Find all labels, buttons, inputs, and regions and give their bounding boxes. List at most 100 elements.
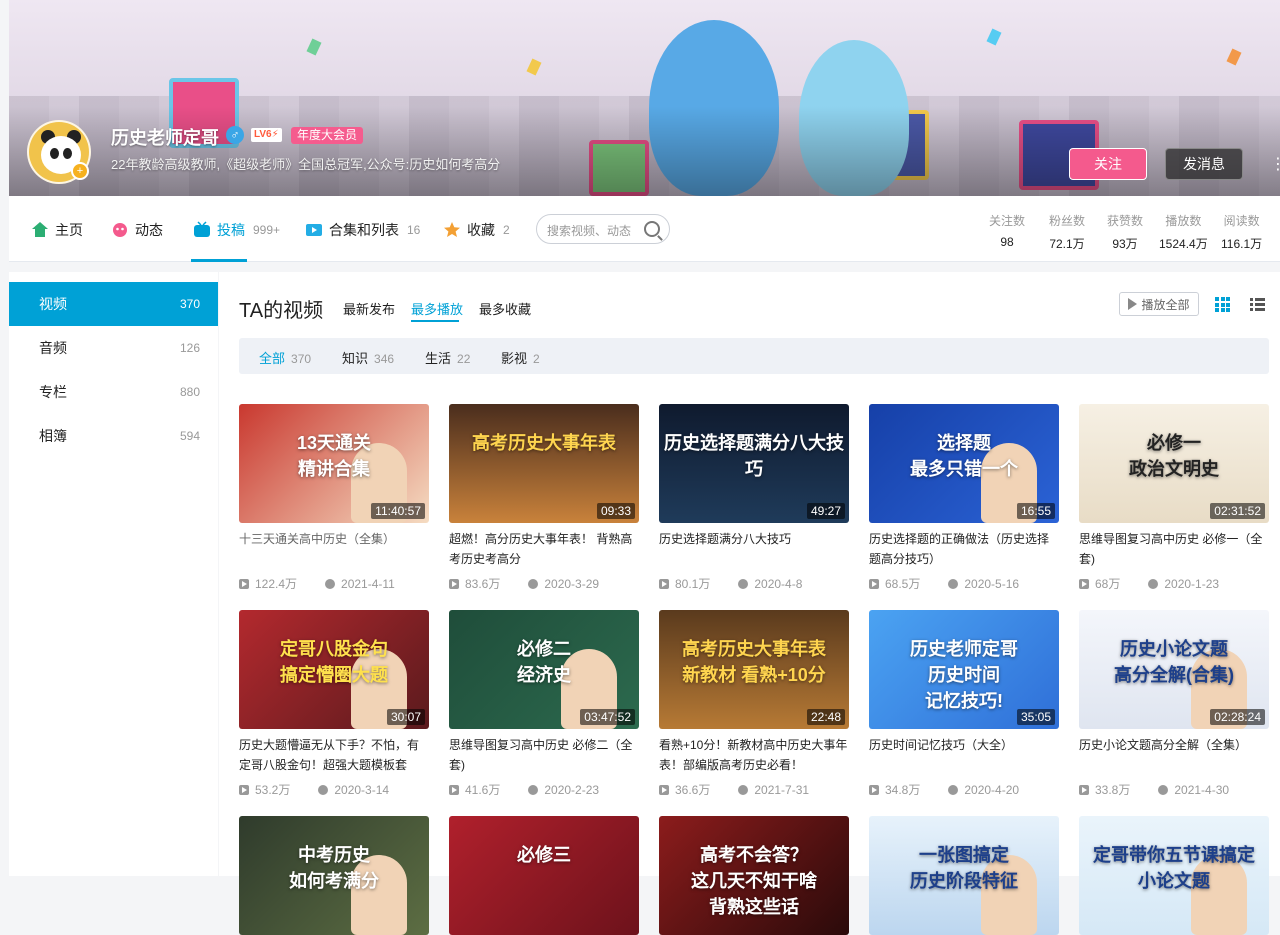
video-meta: 53.2万 2020-3-14 — [239, 781, 429, 798]
panda-eye — [50, 148, 59, 159]
active-tab-indicator — [191, 259, 247, 262]
video-thumbnail[interactable]: 历史小论文题 高分全解(合集) 02:28:24 — [1079, 610, 1269, 729]
play-count-icon — [1079, 578, 1089, 589]
video-thumbnail[interactable]: 选择题 最多只错一个 16:55 — [869, 404, 1059, 523]
vip-badge[interactable]: 年度大会员 — [291, 127, 364, 144]
video-card[interactable]: 高考历史大事年表 09:33 超燃！高分历史大事年表！ 背熟高考历史考高分 83.6万… — [449, 404, 639, 592]
tab-label: 主页 — [55, 222, 83, 238]
filter-life[interactable]: 生活 22 — [425, 348, 470, 367]
filter-count: 370 — [291, 352, 312, 366]
play-count: 68万 — [1095, 577, 1121, 591]
thumbnail-text: 历史老师定哥 历史时间 记忆技巧! — [910, 639, 1018, 711]
sort-most-favorited[interactable]: 最多收藏 — [479, 299, 531, 318]
play-count-icon — [869, 784, 879, 795]
video-thumbnail[interactable]: 定哥八股金句 搞定懵圈大题 30:07 — [239, 610, 429, 729]
list-view-icon[interactable] — [1250, 297, 1265, 312]
video-title[interactable]: 十三天通关高中历史（全集） — [239, 529, 429, 569]
video-thumbnail[interactable]: 历史选择题满分八大技巧 49:27 — [659, 404, 849, 523]
play-all-label: 播放全部 — [1141, 297, 1190, 312]
video-meta: 36.6万 2021-7-31 — [659, 781, 849, 798]
sidebar-item-articles[interactable]: 专栏 880 — [9, 370, 218, 414]
video-card[interactable]: 历史老师定哥 历史时间 记忆技巧! 35:05 历史时间记忆技巧（大全） 34.8万 2… — [869, 610, 1059, 798]
grid-view-icon[interactable] — [1215, 297, 1230, 312]
sidebar-item-video[interactable]: 视频 370 — [9, 282, 218, 326]
clock-icon — [325, 578, 336, 589]
video-card[interactable]: 必修二 经济史 03:47:52 思维导图复习高中历史 必修二（全套) 41.6万 20… — [449, 610, 639, 798]
follow-button[interactable]: 关注 — [1069, 148, 1147, 180]
video-card[interactable]: 历史小论文题 高分全解(合集) 02:28:24 历史小论文题高分全解（全集） 33.… — [1079, 610, 1269, 798]
play-all-button[interactable]: 播放全部 — [1119, 292, 1199, 316]
confetti — [526, 58, 542, 76]
video-title[interactable]: 思维导图复习高中历史 必修一（全套) — [1079, 529, 1269, 569]
video-duration: 11:40:57 — [371, 503, 425, 519]
video-thumbnail[interactable]: 高考历史大事年表 新教材 看熟+10分 22:48 — [659, 610, 849, 729]
video-title[interactable]: 历史大题懵逼无从下手？不怕，有定哥八股金句！超强大题模板套 — [239, 735, 429, 775]
tab-home[interactable]: 主页 — [31, 220, 83, 240]
dynamic-icon — [113, 223, 127, 237]
username: 历史老师定哥 — [111, 128, 219, 148]
tab-count: 16 — [407, 223, 421, 237]
tab-collections[interactable]: 合集和列表 16 — [305, 220, 420, 240]
stat-value: 98 — [1000, 235, 1014, 249]
stat-label: 粉丝数 — [1049, 214, 1086, 228]
thumbnail-text: 必修一 政治文明史 — [1129, 433, 1219, 479]
video-title[interactable]: 历史小论文题高分全解（全集） — [1079, 735, 1269, 775]
clock-icon — [738, 784, 749, 795]
playlist-icon — [306, 224, 322, 236]
video-thumbnail[interactable]: 必修一 政治文明史 02:31:52 — [1079, 404, 1269, 523]
stat-following[interactable]: 关注数 98 — [989, 212, 1025, 249]
video-meta: 68万 2020-1-23 — [1079, 575, 1269, 592]
stat-fans[interactable]: 粉丝数 72.1万 — [1049, 212, 1085, 252]
video-title[interactable]: 历史时间记忆技巧（大全） — [869, 735, 1059, 775]
video-duration: 09:33 — [596, 503, 635, 519]
clock-icon — [528, 784, 539, 795]
video-duration: 49:27 — [806, 503, 845, 519]
stat-label: 关注数 — [989, 214, 1026, 228]
upload-date: 2021-4-11 — [341, 576, 395, 591]
video-title[interactable]: 历史选择题满分八大技巧 — [659, 529, 849, 569]
message-button[interactable]: 发消息 — [1165, 148, 1243, 180]
video-thumbnail[interactable]: 13天通关 精讲合集 11:40:57 — [239, 404, 429, 523]
video-card[interactable]: 13天通关 精讲合集 11:40:57 十三天通关高中历史（全集） 122.4万 202… — [239, 404, 429, 592]
sidebar-item-albums[interactable]: 相簿 594 — [9, 414, 218, 458]
video-thumbnail[interactable]: 历史老师定哥 历史时间 记忆技巧! 35:05 — [869, 610, 1059, 729]
more-icon[interactable]: ⋮ — [1270, 154, 1280, 176]
video-card[interactable]: 必修一 政治文明史 02:31:52 思维导图复习高中历史 必修一（全套) 68万 20… — [1079, 404, 1269, 592]
filter-knowledge[interactable]: 知识 346 — [342, 348, 394, 367]
video-card[interactable]: 高考历史大事年表 新教材 看熟+10分 22:48 看熟+10分！新教材高中历史大事… — [659, 610, 849, 798]
filter-film[interactable]: 影视 2 — [501, 348, 540, 367]
play-count-icon — [239, 784, 249, 795]
video-thumbnail[interactable]: 高考历史大事年表 09:33 — [449, 404, 639, 523]
video-title[interactable]: 思维导图复习高中历史 必修二（全套) — [449, 735, 639, 775]
upload-date: 2021-7-31 — [754, 782, 810, 797]
tab-dynamic[interactable]: 动态 — [111, 220, 163, 240]
thumbnail-text: 中考历史 如何考满分 — [289, 845, 379, 891]
upload-date: 2021-4-30 — [1174, 782, 1230, 797]
sidebar-item-audio[interactable]: 音频 126 — [9, 326, 218, 370]
search-input[interactable]: 搜索视频、动态 — [536, 214, 670, 244]
video-thumbnail[interactable]: 必修二 经济史 03:47:52 — [449, 610, 639, 729]
tab-label: 收藏 — [467, 222, 495, 238]
sort-newest[interactable]: 最新发布 — [343, 299, 395, 318]
sort-most-played[interactable]: 最多播放 — [411, 299, 463, 318]
video-title[interactable]: 看熟+10分！新教材高中历史大事年表！部编版高考历史必看！ — [659, 735, 849, 775]
video-meta: 68.5万 2020-5-16 — [869, 575, 1059, 592]
stat-label: 获赞数 — [1107, 214, 1144, 228]
filter-all[interactable]: 全部 370 — [259, 348, 311, 367]
video-card[interactable]: 选择题 最多只错一个 16:55 历史选择题的正确做法（历史选择题高分技巧） 68.5… — [869, 404, 1059, 592]
video-duration: 02:28:24 — [1210, 709, 1265, 725]
video-card[interactable]: 定哥八股金句 搞定懵圈大题 30:07 历史大题懵逼无从下手？不怕，有定哥八股金句！… — [239, 610, 429, 798]
stat-value: 93万 — [1112, 237, 1138, 251]
tab-favorites[interactable]: 收藏 2 — [443, 220, 510, 240]
filter-label: 生活 — [425, 351, 452, 366]
video-duration: 02:31:52 — [1210, 503, 1265, 519]
video-card[interactable]: 历史选择题满分八大技巧 49:27 历史选择题满分八大技巧 80.1万 2020-4-8 — [659, 404, 849, 592]
tab-uploads[interactable]: 投稿 999+ — [193, 220, 280, 240]
video-title[interactable]: 历史选择题的正确做法（历史选择题高分技巧） — [869, 529, 1059, 569]
search-icon[interactable] — [644, 221, 660, 237]
user-signature: 22年教龄高级教师,《超级老师》全国总冠军,公众号:历史如何考高分 — [111, 157, 501, 172]
play-count-icon — [449, 784, 459, 795]
play-count: 36.6万 — [675, 783, 711, 797]
sidebar-item-label: 视频 — [39, 296, 67, 312]
video-title[interactable]: 超燃！高分历史大事年表！ 背熟高考历史考高分 — [449, 529, 639, 569]
